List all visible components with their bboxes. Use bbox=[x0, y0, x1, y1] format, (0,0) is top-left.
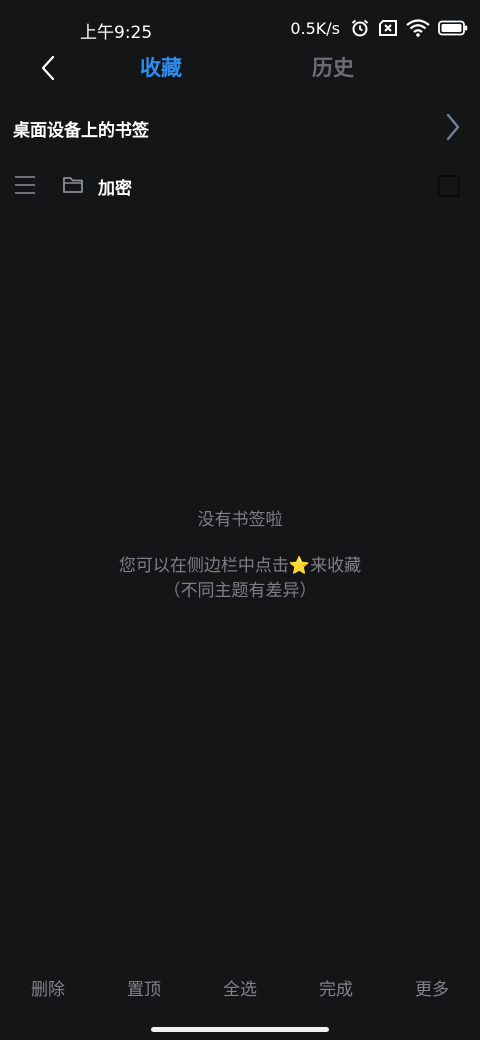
sim-disabled-icon bbox=[379, 20, 397, 36]
done-button[interactable]: 完成 bbox=[319, 975, 353, 1000]
drag-handle-icon[interactable] bbox=[14, 174, 36, 196]
select-all-button[interactable]: 全选 bbox=[223, 975, 257, 1000]
star-icon: ⭐ bbox=[288, 556, 311, 576]
empty-state-hint-line: 您可以在侧边栏中点击⭐来收藏 bbox=[0, 554, 480, 579]
desktop-bookmarks-label: 桌面设备上的书签 bbox=[13, 121, 149, 141]
delete-button[interactable]: 删除 bbox=[31, 975, 65, 1000]
tab-history[interactable]: 历史 bbox=[312, 52, 354, 82]
folder-icon bbox=[63, 177, 83, 193]
alarm-icon bbox=[351, 19, 369, 37]
folder-row[interactable]: 加密 bbox=[0, 166, 480, 206]
wifi-icon bbox=[406, 19, 430, 37]
battery-icon bbox=[438, 20, 468, 36]
home-indicator[interactable] bbox=[151, 1027, 329, 1032]
network-speed: 0.5K/s bbox=[290, 18, 340, 38]
header-bar: 收藏 历史 bbox=[0, 42, 480, 90]
back-chevron-icon bbox=[41, 55, 55, 81]
chevron-right-icon bbox=[446, 113, 460, 141]
hint-text-after: 来收藏 bbox=[310, 556, 362, 576]
more-button[interactable]: 更多 bbox=[415, 975, 449, 1000]
desktop-bookmarks-row[interactable]: 桌面设备上的书签 bbox=[0, 104, 480, 150]
hint-text-before: 您可以在侧边栏中点击 bbox=[118, 556, 289, 576]
empty-state-title: 没有书签啦 bbox=[197, 510, 283, 530]
status-time: 上午9:25 bbox=[80, 23, 153, 43]
pin-top-button[interactable]: 置顶 bbox=[127, 975, 161, 1000]
empty-state-hint: 您可以在侧边栏中点击⭐来收藏 （不同主题有差异） bbox=[0, 554, 480, 604]
folder-label: 加密 bbox=[98, 179, 132, 199]
folder-checkbox[interactable] bbox=[438, 175, 460, 197]
bottom-toolbar: 删除 置顶 全选 完成 更多 bbox=[0, 975, 480, 1005]
status-indicators: 0.5K/s bbox=[290, 16, 468, 40]
empty-state-note: （不同主题有差异） bbox=[163, 581, 317, 601]
tab-bookmarks[interactable]: 收藏 bbox=[140, 52, 182, 82]
back-button[interactable] bbox=[30, 50, 66, 86]
